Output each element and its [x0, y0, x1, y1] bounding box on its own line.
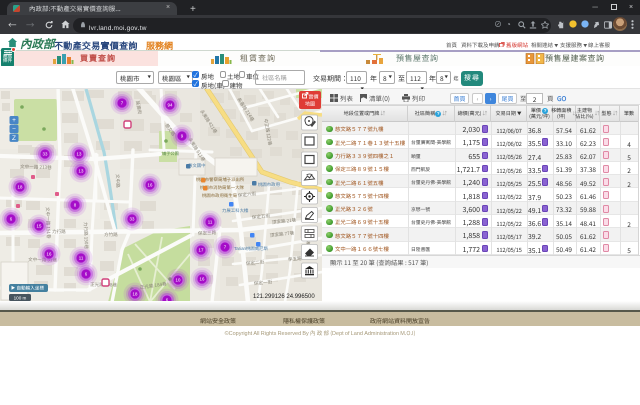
svg-text:Z: Z	[12, 135, 16, 142]
svg-text:文中路: 文中路	[114, 174, 120, 188]
svg-text:孝五路: 孝五路	[288, 256, 303, 263]
svg-text:16: 16	[47, 252, 52, 257]
svg-text:−: −	[12, 126, 16, 133]
svg-text:11: 11	[208, 220, 213, 225]
svg-text:自動輸入坐標: 自動輸入坐標	[17, 286, 45, 292]
svg-text:18: 18	[133, 292, 138, 297]
svg-text:16: 16	[200, 277, 205, 282]
svg-text:121.299126 24.996500: 121.299126 24.996500	[253, 294, 315, 300]
svg-text:力行路: 力行路	[52, 229, 66, 235]
svg-text:力展工科大樓: 力展工科大樓	[222, 208, 249, 214]
svg-text:13: 13	[77, 152, 82, 157]
svg-text:桃園市政府: 桃園市政府	[258, 182, 281, 188]
svg-text:力行路 150巷: 力行路 150巷	[82, 222, 89, 250]
svg-text:10: 10	[176, 278, 181, 283]
svg-text:埔子公園: 埔子公園	[162, 151, 179, 157]
svg-text:15: 15	[37, 224, 42, 229]
svg-text:11: 11	[79, 256, 84, 261]
svg-text:+: +	[12, 117, 16, 124]
svg-text:方竹路: 方竹路	[104, 232, 118, 238]
svg-text:94: 94	[168, 103, 173, 108]
svg-text:13: 13	[79, 169, 84, 174]
svg-text:33: 33	[130, 217, 135, 222]
svg-text:16: 16	[148, 183, 153, 188]
svg-text:桃園市政府衛生局: 桃園市政府衛生局	[202, 193, 238, 199]
svg-text:Tarian桃園威尼斯: Tarian桃園威尼斯	[234, 246, 269, 252]
svg-text:18: 18	[18, 185, 23, 190]
svg-text:慈文國中: 慈文國中	[188, 163, 206, 169]
svg-text:33: 33	[43, 152, 48, 157]
svg-text:100 m: 100 m	[14, 295, 27, 300]
svg-text:17: 17	[199, 248, 204, 253]
svg-text:地圖: 地圖	[305, 101, 315, 108]
